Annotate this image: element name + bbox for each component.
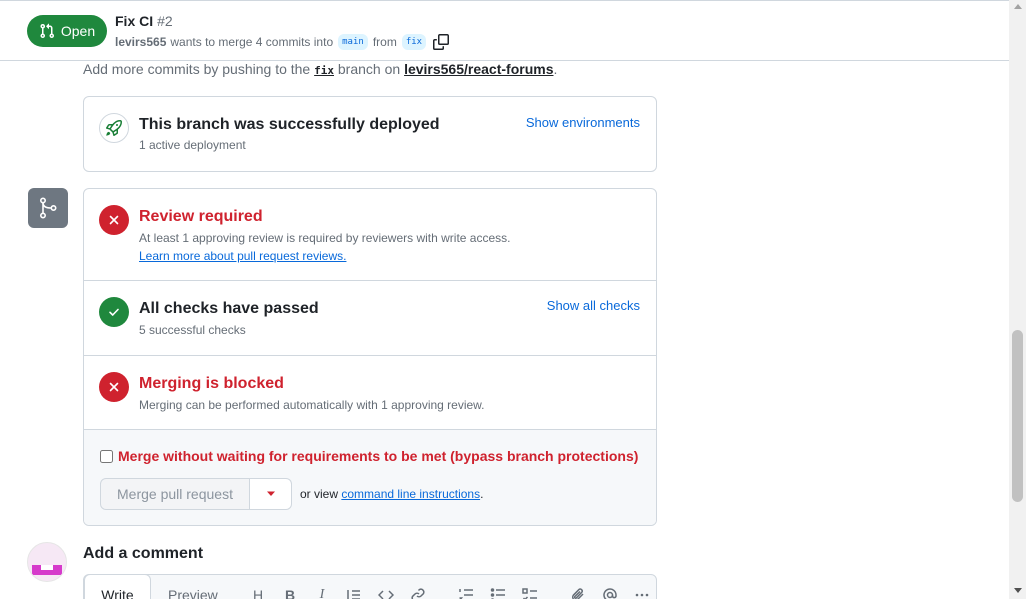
ordered-list-button[interactable] [450, 585, 482, 599]
sticky-pr-header: Open Fix CI #2 levirs565 wants to merge 4… [0, 3, 1009, 61]
task-list-icon [522, 588, 537, 599]
commit-hint-prefix: Add more commits by pushing to the [83, 61, 311, 77]
x-icon [109, 215, 119, 225]
markdown-toolbar: H B I [242, 585, 658, 599]
cli-text: or view command line instructions. [300, 487, 483, 501]
git-merge-icon [40, 197, 57, 219]
review-required-section: Review required At least 1 approving rev… [84, 189, 656, 281]
pr-meta-from: from [372, 35, 397, 49]
unordered-list-button[interactable] [482, 585, 514, 599]
git-pull-request-icon [40, 23, 54, 39]
commit-hint: Add more commits by pushing to the fix b… [83, 61, 557, 77]
paperclip-icon [571, 588, 584, 599]
task-list-button[interactable] [514, 585, 546, 599]
scroll-up-arrow[interactable] [1014, 4, 1022, 9]
bypass-label[interactable]: Merge without waiting for requirements t… [118, 448, 638, 464]
code-button[interactable] [370, 585, 402, 599]
more-options-button[interactable] [626, 585, 658, 599]
code-icon [378, 590, 394, 599]
page-scrollbar[interactable] [1009, 0, 1026, 599]
checks-subtitle: 5 successful checks [139, 323, 246, 337]
cli-suffix: . [480, 487, 484, 501]
pr-state-label: Open [60, 23, 96, 39]
link-icon [411, 588, 425, 599]
cli-prefix: or view [300, 487, 339, 501]
add-comment-heading: Add a comment [83, 545, 204, 562]
merging-blocked-section: Merging is blocked Merging can be perfor… [84, 356, 656, 430]
quote-icon [347, 590, 360, 599]
rocket-icon-circle [99, 113, 129, 143]
command-line-instructions-link[interactable]: command line instructions [341, 487, 480, 501]
show-environments-link[interactable]: Show environments [526, 115, 640, 130]
merge-box: Review required At least 1 approving rev… [83, 188, 657, 526]
x-icon [109, 382, 119, 392]
deployment-box: This branch was successfully deployed 1 … [83, 96, 657, 172]
scrollbar-thumb[interactable] [1012, 330, 1023, 502]
tab-write[interactable]: Write [84, 574, 151, 599]
pr-number: #2 [157, 13, 173, 29]
link-button[interactable] [402, 585, 434, 599]
merging-blocked-title: Merging is blocked [139, 375, 284, 392]
merge-status-icon-box [28, 188, 68, 228]
pr-author-link[interactable]: levirs565 [115, 35, 166, 49]
commit-hint-suffix: . [553, 61, 558, 77]
merging-blocked-subtitle: Merging can be performed automatically w… [139, 398, 485, 412]
blocked-status-circle [99, 372, 129, 402]
checks-status-circle [99, 297, 129, 327]
show-all-checks-link[interactable]: Show all checks [547, 298, 640, 313]
checks-title: All checks have passed [139, 300, 319, 317]
heading-button[interactable]: H [242, 585, 274, 599]
comment-editor: Write Preview H B I [83, 574, 657, 599]
review-required-title: Review required [139, 208, 263, 225]
checks-section: All checks have passed 5 successful chec… [84, 281, 656, 356]
triangle-down-icon [266, 491, 275, 496]
check-icon [109, 308, 119, 316]
commit-hint-repo-link[interactable]: levirs565/react-forums [404, 61, 553, 77]
copy-icon[interactable] [433, 34, 450, 50]
unordered-list-icon [490, 588, 505, 599]
merge-action-section: Merge without waiting for requirements t… [84, 430, 656, 525]
mention-button[interactable] [594, 585, 626, 599]
bypass-row: Merge without waiting for requirements t… [100, 448, 638, 464]
review-status-circle [99, 205, 129, 235]
tab-preview[interactable]: Preview [168, 587, 218, 599]
merge-method-dropdown[interactable] [250, 478, 292, 510]
commit-hint-branch[interactable]: fix [314, 64, 334, 77]
merge-pull-request-button[interactable]: Merge pull request [100, 478, 250, 510]
italic-button[interactable]: I [306, 585, 338, 599]
attach-file-button[interactable] [562, 585, 594, 599]
head-branch-chip[interactable]: fix [401, 34, 427, 50]
bold-button[interactable]: B [274, 585, 306, 599]
deployment-subtitle: 1 active deployment [139, 138, 246, 152]
pr-meta: levirs565 wants to merge 4 commits into … [115, 34, 450, 50]
review-required-subtitle: At least 1 approving review is required … [139, 231, 511, 245]
learn-more-reviews-link[interactable]: Learn more about pull request reviews. [139, 249, 346, 263]
pr-state-badge: Open [27, 15, 107, 47]
merge-button-group: Merge pull request [100, 478, 292, 510]
base-branch-chip[interactable]: main [338, 34, 368, 50]
rocket-icon [106, 120, 122, 136]
deployment-title: This branch was successfully deployed [139, 116, 440, 133]
scroll-down-arrow[interactable] [1014, 588, 1022, 593]
kebab-horizontal-icon [635, 593, 649, 597]
mention-icon [603, 588, 617, 599]
pr-meta-text: wants to merge 4 commits into [170, 35, 334, 49]
commit-hint-middle: branch on [337, 61, 401, 77]
pr-title: Fix CI #2 [115, 13, 173, 29]
quote-button[interactable] [338, 585, 370, 599]
avatar[interactable] [27, 542, 67, 582]
bypass-checkbox[interactable] [100, 449, 113, 463]
ordered-list-icon [459, 589, 473, 599]
pr-title-text: Fix CI [115, 13, 154, 29]
